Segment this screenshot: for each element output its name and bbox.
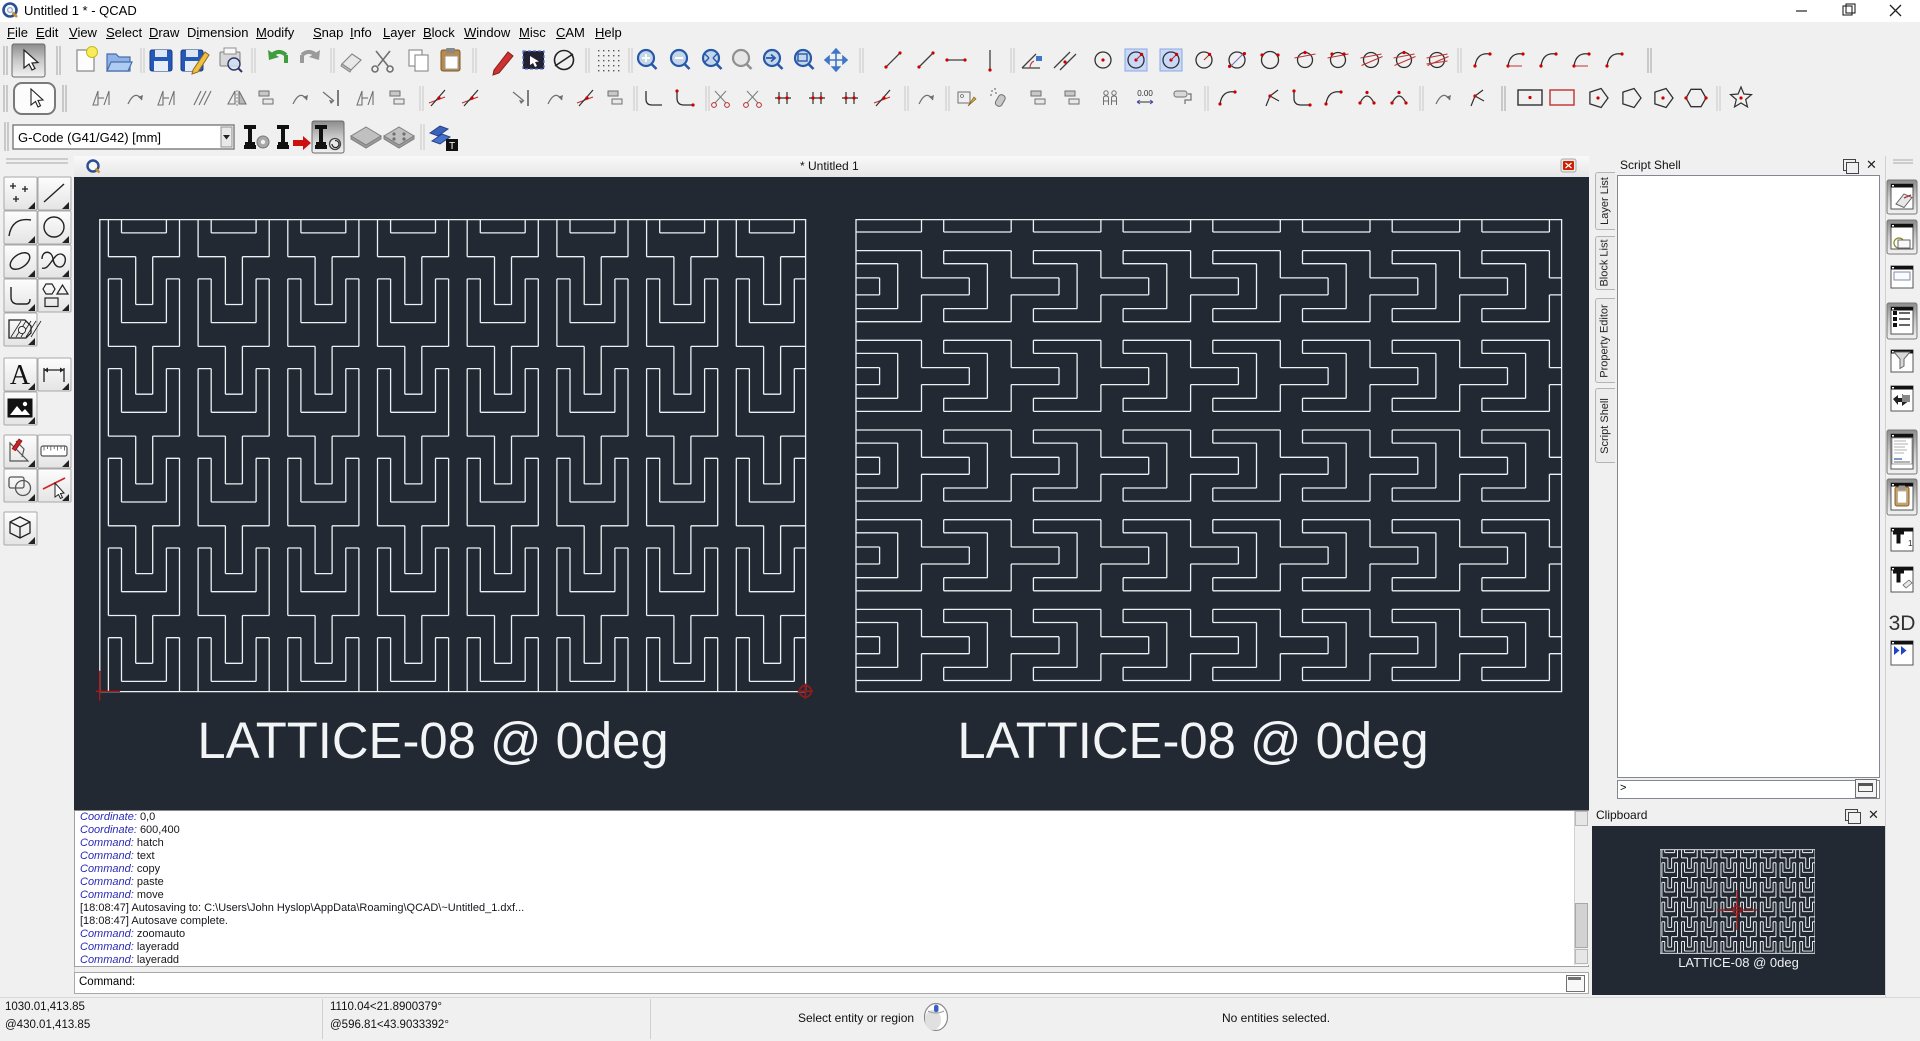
svg-text:LATTICE-08 @ 0deg: LATTICE-08 @ 0deg <box>197 712 668 769</box>
svg-text:LATTICE-08 @ 0deg: LATTICE-08 @ 0deg <box>957 712 1428 769</box>
